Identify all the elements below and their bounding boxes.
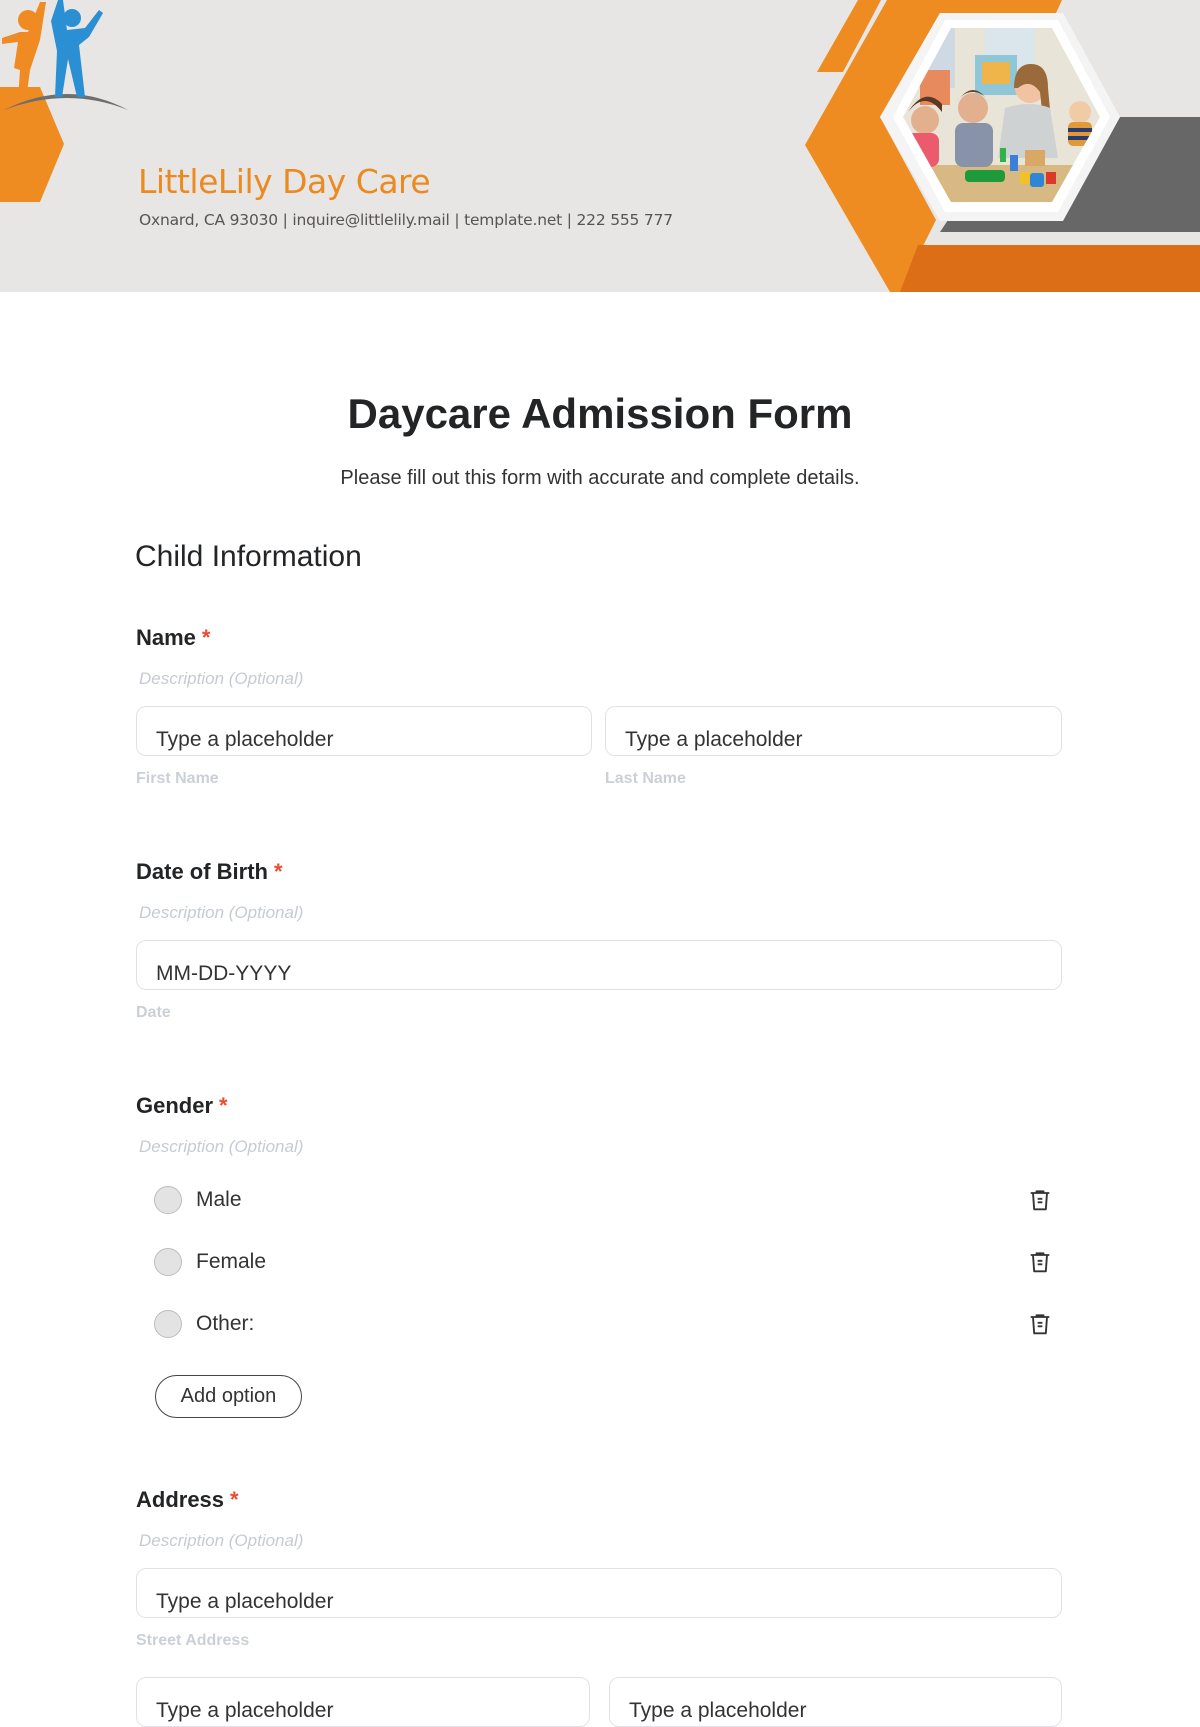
dob-sublabel: Date [136, 1004, 171, 1021]
address-question-label: Address * [136, 1487, 239, 1513]
section-title-child-information: Child Information [135, 540, 362, 573]
header-banner: LittleLily Day Care Oxnard, CA 93030 | i… [0, 0, 1200, 292]
dob-description[interactable]: Description (Optional) [139, 903, 303, 923]
last-name-input[interactable] [606, 707, 1061, 755]
dob-question-label: Date of Birth * [136, 859, 283, 885]
name-label-text: Name [136, 625, 196, 650]
first-name-sublabel: First Name [136, 770, 219, 787]
dark-orange-band-shape [900, 245, 1200, 292]
address-line2-left-field[interactable] [136, 1677, 590, 1727]
gender-option-male[interactable]: Male [154, 1180, 1064, 1220]
company-logo-icon [2, 0, 128, 110]
option-label: Male [196, 1188, 242, 1211]
last-name-sublabel: Last Name [605, 770, 686, 787]
required-asterisk: * [201, 625, 211, 650]
trash-icon[interactable] [1026, 1310, 1054, 1338]
radio-button[interactable] [154, 1248, 182, 1276]
option-label: Female [196, 1250, 267, 1273]
address-label-text: Address [136, 1487, 225, 1512]
required-asterisk: * [274, 859, 283, 884]
dob-field[interactable] [136, 940, 1062, 990]
gender-description[interactable]: Description (Optional) [139, 1137, 303, 1157]
gender-question-label: Gender * [136, 1093, 228, 1119]
address-line2-left-input[interactable] [137, 1678, 589, 1726]
add-option-button[interactable]: Add option [155, 1375, 302, 1418]
required-asterisk: * [230, 1487, 239, 1512]
street-address-field[interactable] [136, 1568, 1062, 1618]
gender-label-text: Gender [136, 1093, 214, 1118]
form-title: Daycare Admission Form [347, 390, 853, 437]
dob-input[interactable] [137, 941, 1061, 989]
option-label: Other: [196, 1312, 255, 1335]
name-description[interactable]: Description (Optional) [139, 669, 303, 689]
address-description[interactable]: Description (Optional) [139, 1531, 303, 1551]
trash-icon[interactable] [1026, 1248, 1054, 1276]
address-line2-right-field[interactable] [609, 1677, 1062, 1727]
company-contact-info: Oxnard, CA 93030 | inquire@littlelily.ma… [139, 211, 673, 229]
dob-label-text: Date of Birth [136, 859, 268, 884]
first-name-field[interactable] [136, 706, 592, 756]
form-subtitle: Please fill out this form with accurate … [340, 467, 860, 489]
street-address-sublabel: Street Address [136, 1632, 250, 1649]
radio-button[interactable] [154, 1186, 182, 1214]
banner-decoration [0, 0, 1200, 292]
gender-option-female[interactable]: Female [154, 1242, 1064, 1282]
gender-option-other[interactable]: Other: [154, 1304, 1064, 1344]
company-name: LittleLily Day Care [138, 162, 431, 201]
last-name-field[interactable] [605, 706, 1062, 756]
first-name-input[interactable] [137, 707, 591, 755]
trash-icon[interactable] [1026, 1186, 1054, 1214]
radio-button[interactable] [154, 1310, 182, 1338]
address-line2-right-input[interactable] [610, 1678, 1061, 1726]
street-address-input[interactable] [137, 1569, 1061, 1617]
name-question-label: Name * [136, 625, 210, 651]
required-asterisk: * [219, 1093, 228, 1118]
